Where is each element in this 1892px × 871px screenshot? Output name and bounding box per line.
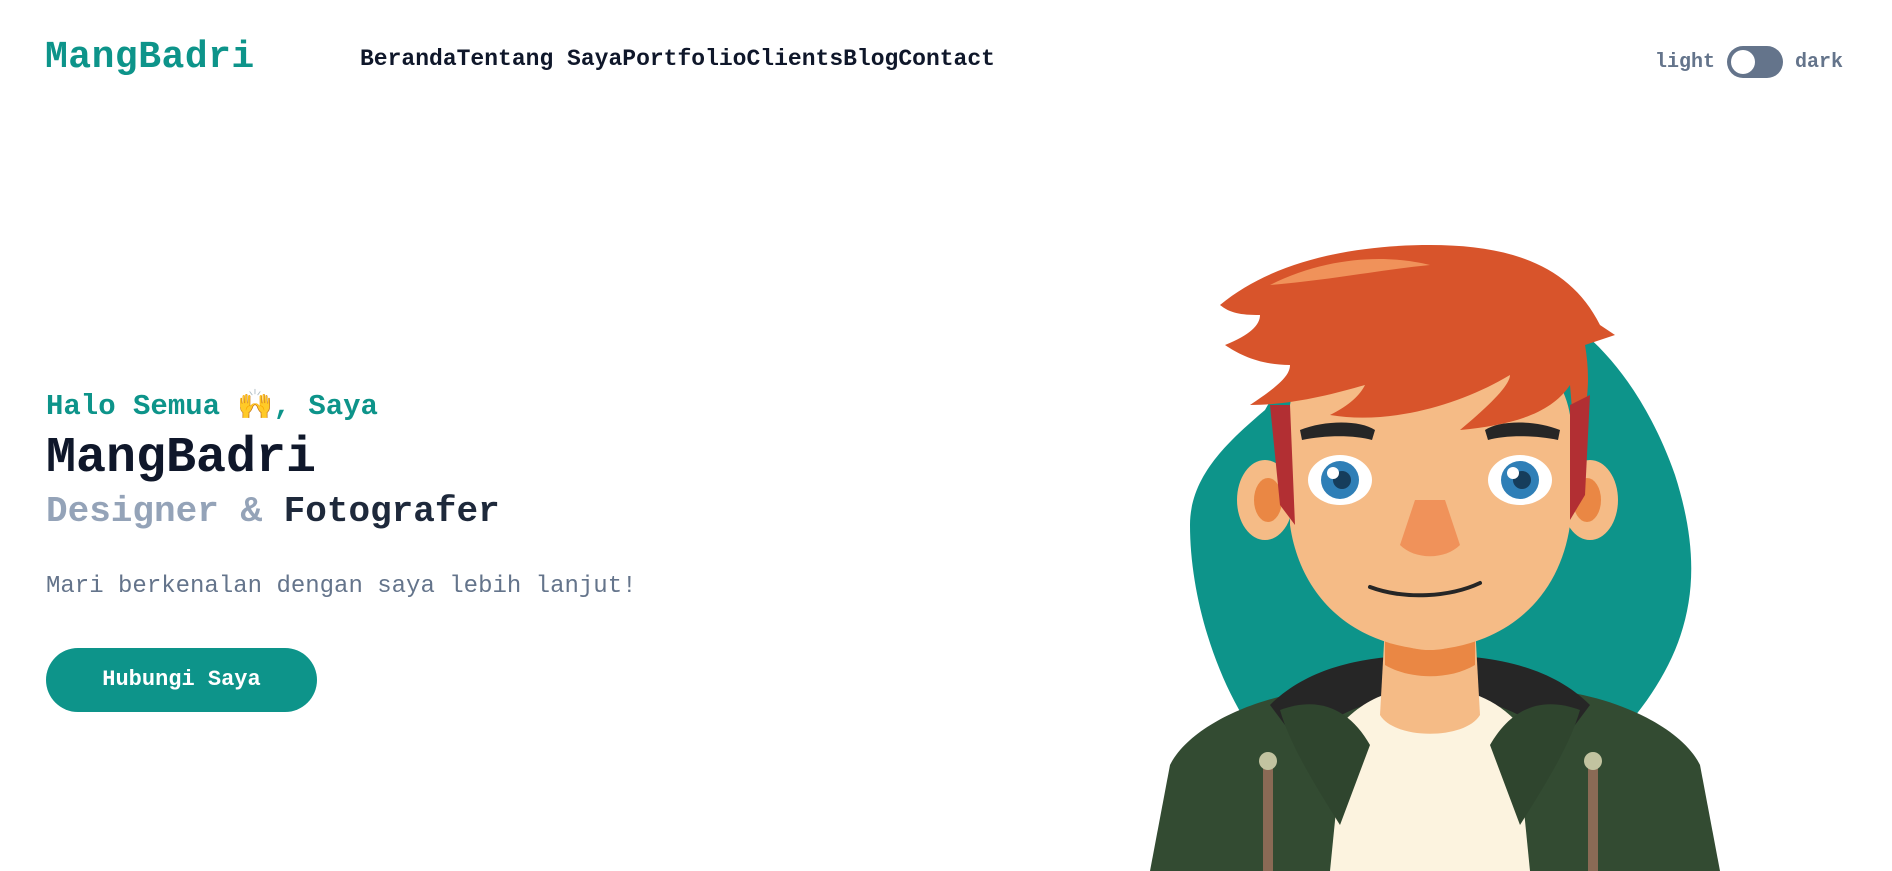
hero-greeting: Halo Semua 🙌, Saya xyxy=(46,390,378,423)
avatar-illustration-icon xyxy=(1130,225,1730,871)
role-ampersand: & xyxy=(240,491,263,532)
nav-link-contact[interactable]: Contact xyxy=(898,46,995,72)
nav-menu: Beranda Tentang Saya Portfolio Clients B… xyxy=(360,46,995,72)
eye-shine-left xyxy=(1327,467,1339,479)
nav-link-beranda[interactable]: Beranda xyxy=(360,46,457,72)
hero-role: Designer & Fotografer xyxy=(46,490,946,534)
eye-shine-right xyxy=(1507,467,1519,479)
nav-item-blog: Blog xyxy=(843,46,898,72)
toggle-dark-label: dark xyxy=(1795,50,1844,74)
nav-item-clients: Clients xyxy=(747,46,844,72)
drawstring-knot-left xyxy=(1259,752,1277,770)
drawstring-right xyxy=(1588,765,1598,871)
hero-section: Halo Semua 🙌, Saya MangBadri Designer & … xyxy=(46,388,946,712)
hero-name: MangBadri xyxy=(46,430,317,487)
brand-logo[interactable]: MangBadri xyxy=(45,36,255,79)
ear-left-inner xyxy=(1254,478,1282,522)
nav-link-clients[interactable]: Clients xyxy=(747,46,844,72)
role-fotografer: Fotografer xyxy=(283,491,500,532)
theme-toggle: light dark xyxy=(1655,46,1843,78)
nav-link-tentang-saya[interactable]: Tentang Saya xyxy=(457,46,623,72)
contact-me-button[interactable]: Hubungi Saya xyxy=(46,648,317,712)
toggle-light-label: light xyxy=(1655,50,1716,74)
dark-mode-switch[interactable] xyxy=(1727,46,1784,78)
navbar: MangBadri Beranda Tentang Saya Portfolio… xyxy=(0,0,1892,124)
role-designer: Designer xyxy=(46,491,219,532)
nav-item-contact: Contact xyxy=(898,46,995,72)
nav-link-blog[interactable]: Blog xyxy=(843,46,898,72)
nav-item-portfolio: Portfolio xyxy=(622,46,746,72)
drawstring-left xyxy=(1263,765,1273,871)
nav-item-beranda: Beranda xyxy=(360,46,457,72)
toggle-knob xyxy=(1731,50,1756,74)
hero-description: Mari berkenalan dengan saya lebih lanjut… xyxy=(46,573,637,600)
drawstring-knot-right xyxy=(1584,752,1602,770)
nav-item-tentang-saya: Tentang Saya xyxy=(457,46,623,72)
nav-link-portfolio[interactable]: Portfolio xyxy=(622,46,746,72)
page: MangBadri Beranda Tentang Saya Portfolio… xyxy=(0,0,1892,871)
